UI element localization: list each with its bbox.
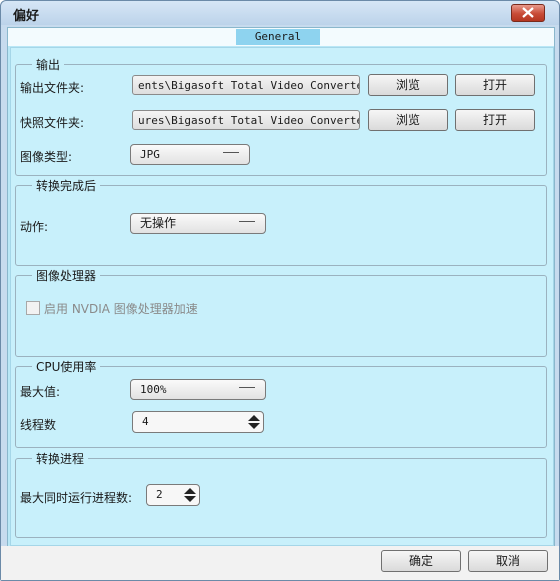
cpu-max-dropdown[interactable]: 100% — [130, 379, 266, 400]
image-type-dropdown[interactable]: JPG — [130, 144, 250, 165]
max-concurrent-value: 2 — [156, 488, 163, 501]
snapshot-folder-label: 快照文件夹: — [20, 116, 85, 130]
nvidia-acceleration-checkbox[interactable] — [26, 301, 40, 315]
output-open-button[interactable]: 打开 — [455, 74, 535, 96]
process-group: 转换进程 最大同时运行进程数: 2 — [15, 450, 547, 538]
output-folder-field[interactable]: ents\Bigasoft Total Video Converter — [132, 75, 360, 95]
gpu-group: 图像处理器 启用 NVDIA 图像处理器加速 — [15, 267, 547, 357]
threads-value: 4 — [142, 415, 149, 428]
cpu-group: CPU使用率 最大值: 100% 线程数 4 — [15, 358, 547, 448]
chevron-down-icon — [223, 152, 239, 156]
nvidia-acceleration-label: 启用 NVDIA 图像处理器加速 — [44, 302, 198, 316]
window-title: 偏好 — [13, 9, 40, 24]
snapshot-folder-field[interactable]: ures\Bigasoft Total Video Converter — [132, 110, 360, 130]
threads-label: 线程数 — [20, 418, 57, 432]
output-group: 输出 输出文件夹: ents\Bigasoft Total Video Conv… — [15, 56, 547, 176]
action-dropdown[interactable]: 无操作 — [130, 213, 266, 234]
ok-button[interactable]: 确定 — [381, 550, 461, 572]
dialog-footer: 确定 取消 — [1, 546, 559, 580]
tab-general[interactable]: General — [236, 29, 320, 45]
arrow-down-icon[interactable] — [184, 496, 196, 502]
cpu-max-label: 最大值: — [20, 385, 61, 399]
title-bar: 偏好 — [1, 1, 559, 25]
after-conversion-legend: 转换完成后 — [32, 177, 101, 194]
image-type-label: 图像类型: — [20, 150, 73, 164]
action-value: 无操作 — [140, 216, 177, 230]
arrow-down-icon[interactable] — [248, 423, 260, 429]
output-folder-label: 输出文件夹: — [20, 81, 85, 95]
max-concurrent-stepper[interactable]: 2 — [146, 484, 200, 506]
action-label: 动作: — [20, 220, 49, 234]
dialog-body: General 输出 输出文件夹: ents\Bigasoft Total Vi… — [7, 27, 555, 547]
gpu-legend: 图像处理器 — [32, 267, 101, 284]
preferences-window: 偏好 General 输出 输出文件夹: ents\Bigasoft Total… — [0, 0, 560, 581]
snapshot-open-button[interactable]: 打开 — [455, 109, 535, 131]
tab-bar: General — [8, 28, 554, 46]
process-legend: 转换进程 — [32, 450, 89, 467]
after-conversion-group: 转换完成后 动作: 无操作 — [15, 177, 547, 266]
arrow-up-icon[interactable] — [184, 488, 196, 494]
cpu-legend: CPU使用率 — [32, 358, 101, 375]
close-icon — [522, 7, 534, 18]
output-legend: 输出 — [32, 56, 65, 73]
general-panel: 输出 输出文件夹: ents\Bigasoft Total Video Conv… — [10, 47, 554, 546]
cancel-button[interactable]: 取消 — [468, 550, 548, 572]
chevron-down-icon — [239, 387, 255, 391]
cpu-max-value: 100% — [140, 383, 167, 396]
chevron-down-icon — [239, 221, 255, 225]
image-type-value: JPG — [140, 148, 160, 161]
snapshot-browse-button[interactable]: 浏览 — [368, 109, 448, 131]
threads-stepper[interactable]: 4 — [132, 411, 264, 433]
output-browse-button[interactable]: 浏览 — [368, 74, 448, 96]
max-concurrent-label: 最大同时运行进程数: — [20, 491, 133, 505]
arrow-up-icon[interactable] — [248, 415, 260, 421]
close-button[interactable] — [511, 4, 545, 22]
